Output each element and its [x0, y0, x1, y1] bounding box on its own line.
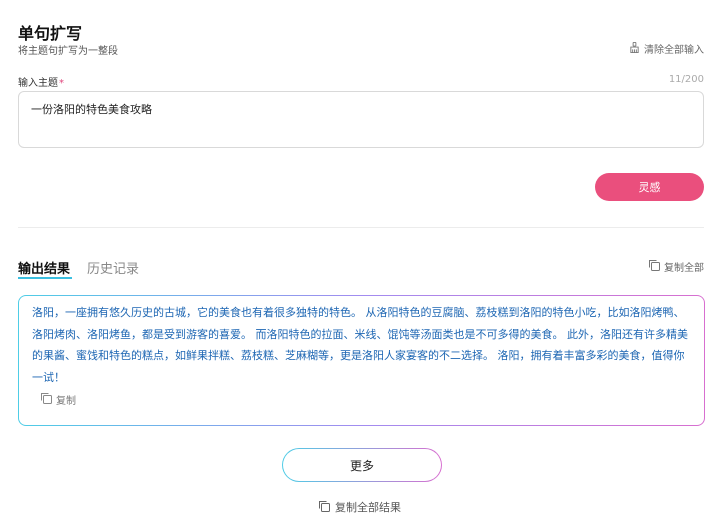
- required-mark: *: [59, 78, 64, 89]
- clear-all-input-label: 清除全部输入: [644, 45, 704, 56]
- more-button-label: 更多: [283, 449, 441, 481]
- copy-all-label: 复制全部: [664, 263, 704, 274]
- copy-result-button[interactable]: 复制: [40, 392, 691, 407]
- topic-input[interactable]: 一份洛阳的特色美食攻略: [18, 91, 704, 148]
- character-counter: 11/200: [668, 74, 704, 85]
- page-subtitle: 将主题句扩写为一整段: [18, 46, 118, 57]
- copy-icon: [318, 500, 330, 515]
- copy-all-results-label: 复制全部结果: [335, 501, 401, 514]
- more-button[interactable]: 更多: [282, 448, 442, 482]
- tab-history[interactable]: 历史记录: [87, 258, 139, 277]
- result-card: 洛阳，一座拥有悠久历史的古城，它的美食也有着很多独特的特色。 从洛阳特色的豆腐脑…: [18, 295, 705, 426]
- result-text: 洛阳，一座拥有悠久历史的古城，它的美食也有着很多独特的特色。 从洛阳特色的豆腐脑…: [32, 306, 688, 384]
- result-card-inner: 洛阳，一座拥有悠久历史的古城，它的美食也有着很多独特的特色。 从洛阳特色的豆腐脑…: [19, 296, 704, 425]
- broom-icon: [629, 41, 640, 56]
- copy-icon: [648, 259, 660, 274]
- clear-all-input-button[interactable]: 清除全部输入: [629, 41, 704, 56]
- inspiration-button[interactable]: 灵感: [595, 173, 704, 201]
- copy-all-button[interactable]: 复制全部: [648, 259, 704, 274]
- topic-field-label: 输入主题*: [18, 74, 64, 89]
- copy-all-results-button[interactable]: 复制全部结果: [318, 499, 401, 515]
- copy-result-label: 复制: [56, 396, 76, 407]
- copy-icon: [40, 392, 52, 407]
- tab-output-result[interactable]: 输出结果: [18, 258, 70, 277]
- topic-label-text: 输入主题: [18, 78, 58, 89]
- active-tab-underline: [18, 277, 72, 279]
- page-title: 单句扩写: [18, 24, 83, 43]
- section-divider: [18, 227, 704, 228]
